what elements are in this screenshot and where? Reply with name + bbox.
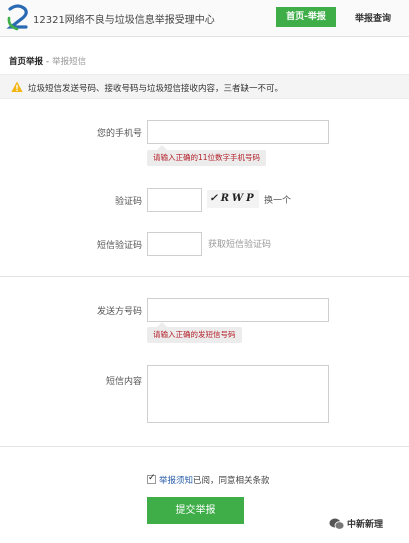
nav-home-report[interactable]: 首页-举报 <box>276 7 336 27</box>
content-label: 短信内容 <box>105 377 142 387</box>
watermark-text: 中新新理 <box>347 520 384 530</box>
agreement: 举报须知已阅，同意相关条款 <box>147 473 270 486</box>
content-textarea[interactable] <box>147 365 329 423</box>
sender-tip: 请输入正确的发短信号码 <box>147 322 242 343</box>
breadcrumb-home[interactable]: 首页举报 <box>9 57 43 67</box>
sms-code-input[interactable] <box>147 232 202 256</box>
wechat-icon <box>329 518 345 530</box>
captcha-refresh-link[interactable]: 换一个 <box>264 193 291 206</box>
top-bar: 12321网络不良与垃圾信息举报受理中心 首页-举报 举报查询 <box>0 0 409 37</box>
logo-icon <box>6 4 28 31</box>
agreement-text: 已阅，同意相关条款 <box>193 476 270 486</box>
get-sms-code-button[interactable]: 获取短信验证码 <box>208 237 271 250</box>
agree-checkbox[interactable] <box>147 473 156 484</box>
nav-report-query[interactable]: 举报查询 <box>355 11 391 24</box>
breadcrumb-separator: - <box>46 57 50 67</box>
breadcrumb: 首页举报 - 举报短信 <box>9 55 86 67</box>
captcha-label: 验证码 <box>114 197 142 207</box>
submit-button[interactable]: 提交举报 <box>147 497 244 524</box>
phone-tip: 请输入正确的11位数字手机号码 <box>147 145 267 166</box>
notice-text: 垃圾短信发送号码、接收号码与垃圾短信接收内容，三者缺一不可。 <box>28 84 284 94</box>
sender-input[interactable] <box>147 298 329 322</box>
warning-icon <box>11 81 23 92</box>
sms-code-label: 短信验证码 <box>96 241 142 251</box>
notice-bar: 垃圾短信发送号码、接收号码与垃圾短信接收内容，三者缺一不可。 <box>0 74 409 99</box>
site-title: 12321网络不良与垃圾信息举报受理中心 <box>33 15 215 26</box>
agreement-link[interactable]: 举报须知 <box>159 476 193 486</box>
breadcrumb-current: 举报短信 <box>52 57 87 67</box>
sender-label: 发送方号码 <box>96 307 142 317</box>
captcha-image[interactable]: ✓RWP <box>207 190 259 208</box>
section-divider-bottom <box>0 446 409 447</box>
phone-input[interactable] <box>147 120 329 144</box>
watermark: 中新新理 <box>329 517 383 535</box>
phone-label: 您的手机号 <box>96 129 142 139</box>
section-divider <box>0 276 409 277</box>
captcha-input[interactable] <box>147 188 202 212</box>
